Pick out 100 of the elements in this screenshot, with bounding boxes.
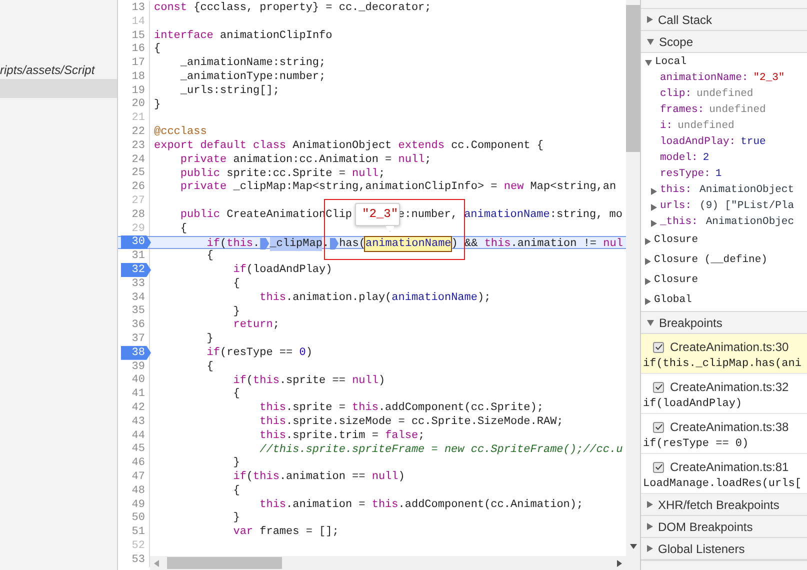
code-text: public xyxy=(179,208,220,222)
code-line: _urls:string[]; xyxy=(179,84,280,98)
code-text: animationName xyxy=(464,208,550,222)
line-number: 16 xyxy=(132,42,146,56)
line-number: 24 xyxy=(132,152,146,167)
line-number: 45 xyxy=(132,442,146,456)
checkbox[interactable] xyxy=(653,462,664,472)
breakpoint-marker[interactable]: 38 xyxy=(121,346,151,360)
line-number: 13 xyxy=(132,0,146,15)
folder-path[interactable]: ripts/assets/Script xyxy=(0,62,117,79)
line-number: 42 xyxy=(132,401,146,416)
section-header[interactable]: Call Stack xyxy=(641,9,807,31)
scroll-right-icon[interactable] xyxy=(617,560,622,566)
expand-arrow-icon[interactable] xyxy=(651,188,657,194)
line-number: 27 xyxy=(132,194,146,208)
collapse-arrow-icon[interactable] xyxy=(645,60,652,66)
variable-value: undefined xyxy=(709,103,766,118)
code-line: if(resType == 0) xyxy=(206,346,312,360)
line-number: 18 xyxy=(132,70,146,84)
expand-arrow-icon[interactable] xyxy=(645,238,651,244)
breakpoint-code: if(resType == 0) xyxy=(643,437,750,451)
expand-arrow-icon[interactable] xyxy=(651,220,657,226)
continue-marker-icon[interactable] xyxy=(330,238,339,250)
expand-arrow-icon[interactable] xyxy=(647,16,653,23)
code-line: this.animation = this.addComponent(cc.Animation); xyxy=(258,498,584,512)
scope-label[interactable]: Closure xyxy=(654,233,698,249)
vertical-scrollbar[interactable] xyxy=(626,0,640,570)
scope-label[interactable]: Closure xyxy=(654,273,698,289)
code-line: this.sprite.trim = false; xyxy=(258,428,425,443)
scrollbar-thumb[interactable] xyxy=(626,5,640,152)
expand-arrow-icon[interactable] xyxy=(645,278,651,284)
section-header[interactable]: Scope xyxy=(641,31,807,53)
line-number: 14 xyxy=(132,14,146,29)
line-number: 20 xyxy=(132,97,146,112)
expand-arrow-icon[interactable] xyxy=(647,523,653,530)
highlighted-token: _clipMap xyxy=(270,236,322,251)
scroll-down-icon[interactable] xyxy=(630,544,636,549)
code-line: //this.sprite.spriteFrame = new cc.SpriteFrame();//cc.u xyxy=(258,442,623,456)
code-line: { xyxy=(179,222,188,236)
variable-name: urls: xyxy=(660,199,692,214)
expand-arrow-icon[interactable] xyxy=(647,501,653,508)
code-line: } xyxy=(232,456,240,470)
breakpoint-item[interactable]: CreateAnimation.ts:30 if(this._clipMap.has(ani xyxy=(641,334,807,374)
line-number: 47 xyxy=(132,470,146,484)
variable-name: i: xyxy=(660,119,673,134)
collapse-arrow-icon[interactable] xyxy=(647,320,654,326)
continue-marker-icon[interactable] xyxy=(260,238,270,250)
code-text: . xyxy=(253,236,260,251)
checkbox[interactable] xyxy=(653,422,664,432)
variable-name: clip: xyxy=(660,87,692,102)
code-line: if(this.animation == null) xyxy=(232,470,405,484)
code-line: var frames = []; xyxy=(232,525,339,540)
section-header[interactable]: Breakpoints xyxy=(641,312,807,334)
section-title: XHR/fetch Breakpoints xyxy=(658,496,780,514)
line-number: 49 xyxy=(132,498,146,512)
code-line: { xyxy=(206,249,214,264)
code-line: return; xyxy=(232,318,280,332)
code-line: } xyxy=(232,304,240,319)
code-text: ) && xyxy=(451,236,479,251)
line-number: 35 xyxy=(132,304,146,318)
scope-label[interactable]: Local xyxy=(655,54,687,70)
line-number: 25 xyxy=(132,166,146,180)
scope-label[interactable]: Closure (__define) xyxy=(654,253,768,269)
line-number: 44 xyxy=(132,428,146,443)
collapse-arrow-icon[interactable] xyxy=(647,38,654,44)
code-line: { xyxy=(154,42,161,56)
code-line: { xyxy=(232,484,240,498)
breakpoint-marker[interactable]: 30 xyxy=(121,235,151,250)
variable-value: undefined xyxy=(678,119,734,134)
code-text: . xyxy=(322,236,330,251)
code-line: this.animation.play(animationName); xyxy=(258,290,491,305)
expand-arrow-icon[interactable] xyxy=(647,545,653,552)
scope-label[interactable]: Global xyxy=(654,293,692,309)
section-header[interactable]: XHR/fetch Breakpoints xyxy=(641,494,807,516)
breakpoint-location: CreateAnimation.ts:38 xyxy=(670,419,789,436)
code-text: :string, mo xyxy=(550,208,623,222)
section-title: Call Stack xyxy=(658,12,712,28)
expand-arrow-icon[interactable] xyxy=(651,204,657,210)
code-line: @ccclass xyxy=(154,125,207,140)
section-header[interactable]: Global Listeners xyxy=(641,538,807,560)
line-number: 34 xyxy=(132,290,146,305)
line-number: 33 xyxy=(132,276,146,291)
breakpoint-marker[interactable]: 32 xyxy=(121,263,151,278)
checkbox[interactable] xyxy=(653,382,664,392)
variable-value: AnimationObject xyxy=(700,183,794,198)
checkbox[interactable] xyxy=(653,342,664,352)
code-text: has( xyxy=(339,236,366,251)
code-line: private animation:cc.Animation = null; xyxy=(179,152,432,167)
line-number: 31 xyxy=(132,249,146,264)
variable-name: resType: xyxy=(660,167,710,182)
line-number: 22 xyxy=(132,125,146,140)
horizontal-scrollbar[interactable] xyxy=(150,556,626,570)
section-header[interactable]: DOM Breakpoints xyxy=(641,516,807,538)
variable-value: 2 xyxy=(702,151,710,166)
expand-arrow-icon[interactable] xyxy=(645,258,651,264)
expand-arrow-icon[interactable] xyxy=(645,298,651,304)
line-number: 15 xyxy=(132,28,146,42)
scrollbar-thumb[interactable] xyxy=(167,557,282,569)
line-number: 23 xyxy=(132,138,146,153)
check-icon xyxy=(654,464,662,470)
